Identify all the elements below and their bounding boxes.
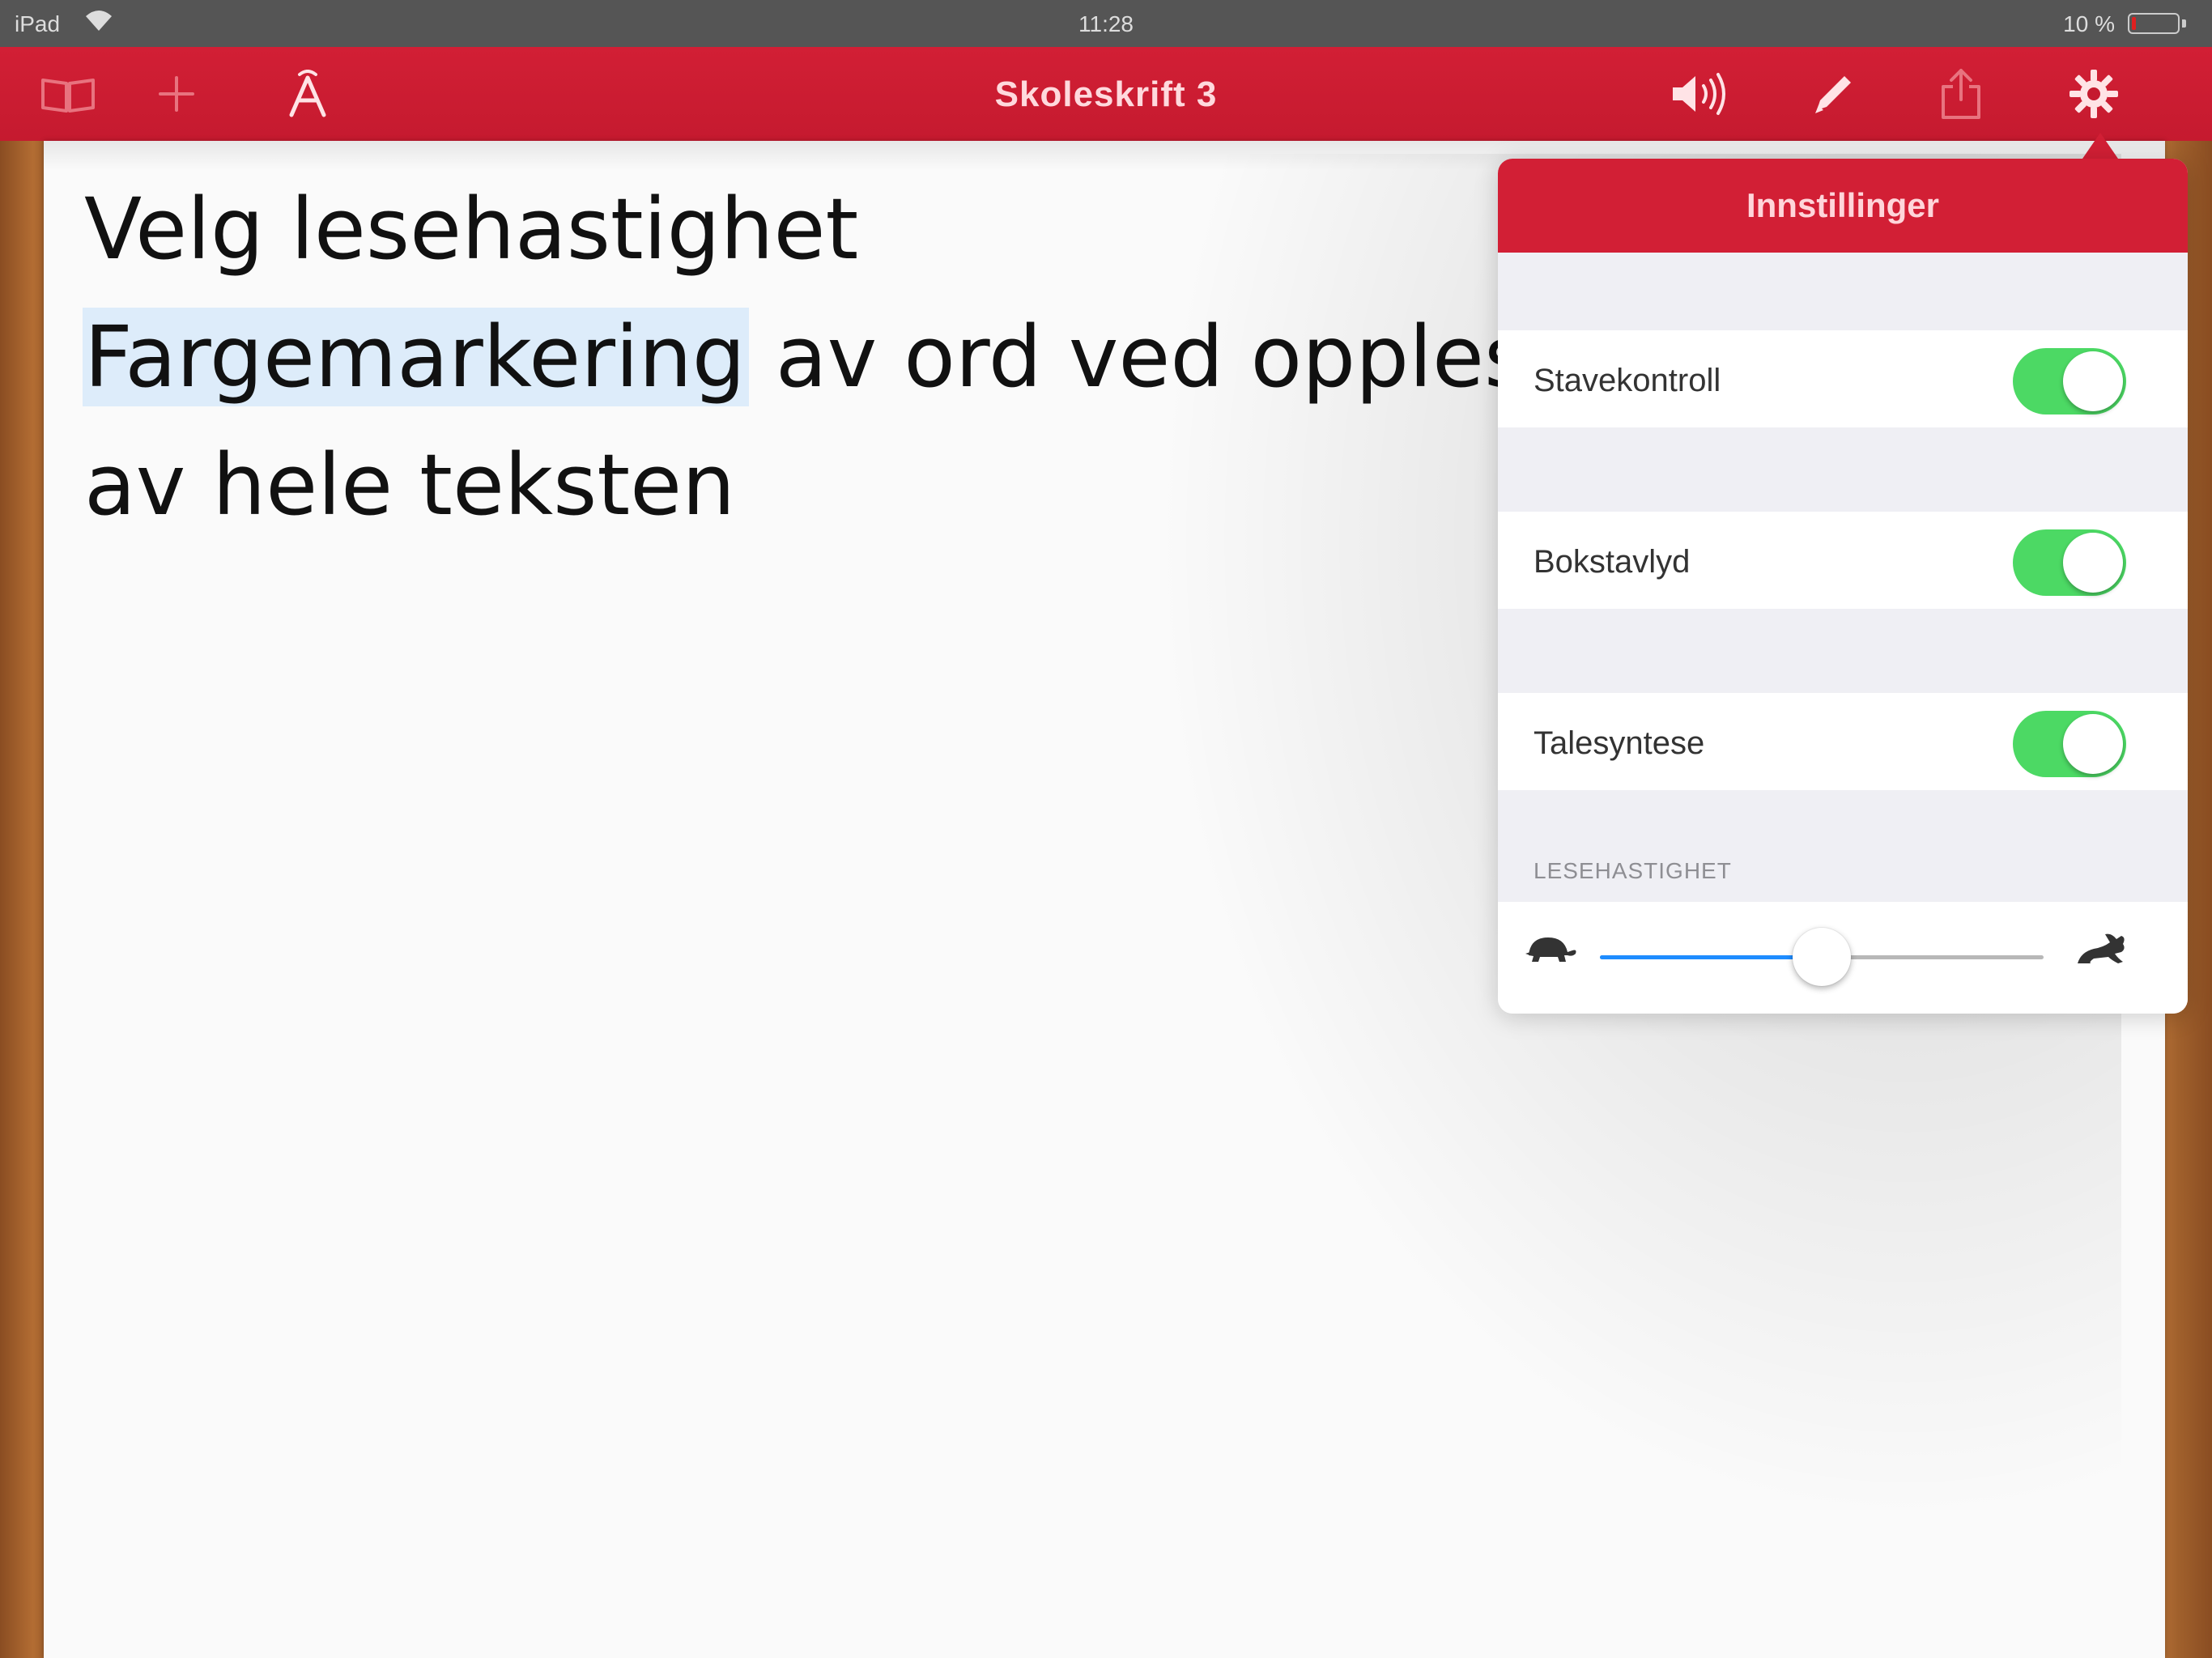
reading-speed-row	[1498, 902, 2188, 1014]
toolbar: Skoleskrift 3	[0, 47, 2212, 141]
settings-button[interactable]	[2063, 65, 2125, 123]
edit-button[interactable]	[1802, 65, 1864, 123]
toggle-knob	[2063, 714, 2123, 774]
pen-icon	[1809, 70, 1857, 118]
battery-tip	[2182, 19, 2186, 28]
hare-icon	[2073, 931, 2129, 971]
setting-row-talesyntese: Talesyntese	[1498, 693, 2188, 790]
popover-header: Innstillinger	[1498, 159, 2188, 253]
setting-row-bokstavlyd: Bokstavlyd	[1498, 512, 2188, 609]
reading-speed-section-label: LESEHASTIGHET	[1534, 858, 1732, 883]
settings-popover: Innstillinger Stavekontroll Bokstavlyd T…	[1498, 159, 2188, 1014]
status-bar: iPad 11:28 10 %	[0, 0, 2212, 47]
read-aloud-button[interactable]	[1670, 65, 1731, 123]
setting-label-talesyntese: Talesyntese	[1534, 725, 1705, 761]
setting-label-bokstavlyd: Bokstavlyd	[1534, 544, 1691, 580]
battery-fill	[2132, 17, 2136, 30]
speaker-icon	[1670, 71, 1731, 117]
share-icon	[1938, 67, 1984, 121]
text-line-1: Velg lesehastighet	[84, 180, 859, 278]
toggle-knob	[2063, 351, 2123, 411]
setting-label-stavekontroll: Stavekontroll	[1534, 363, 1721, 398]
reading-speed-slider[interactable]	[1600, 928, 2044, 986]
stavekontroll-toggle[interactable]	[2013, 348, 2126, 414]
document-text[interactable]: Velg lesehastighet Fargemarkering av ord…	[83, 165, 1712, 549]
document-title: Skoleskrift 3	[994, 74, 1218, 114]
turtle-icon	[1522, 931, 1577, 967]
status-time: 11:28	[1078, 11, 1134, 36]
popover-title: Innstillinger	[1746, 186, 1939, 224]
popover-arrow	[2082, 133, 2118, 159]
talesyntese-toggle[interactable]	[2013, 711, 2126, 777]
share-button[interactable]	[1930, 65, 1992, 123]
bokstavlyd-toggle[interactable]	[2013, 529, 2126, 596]
gear-icon	[2068, 68, 2120, 120]
battery-percentage: 10 %	[2063, 11, 2115, 36]
battery-icon	[2128, 13, 2180, 34]
setting-row-stavekontroll: Stavekontroll	[1498, 330, 2188, 427]
screen: iPad 11:28 10 % Skoleskrift 3 Velg leseh…	[0, 0, 2212, 1658]
toggle-knob	[2063, 533, 2123, 593]
slider-fill	[1600, 955, 1822, 959]
text-line-3: av hele teksten	[84, 436, 736, 534]
slider-thumb[interactable]	[1793, 928, 1851, 986]
text-line-2: Fargemarkering av ord ved opplesning	[83, 293, 1712, 421]
highlighted-word: Fargemarkering	[83, 308, 749, 406]
